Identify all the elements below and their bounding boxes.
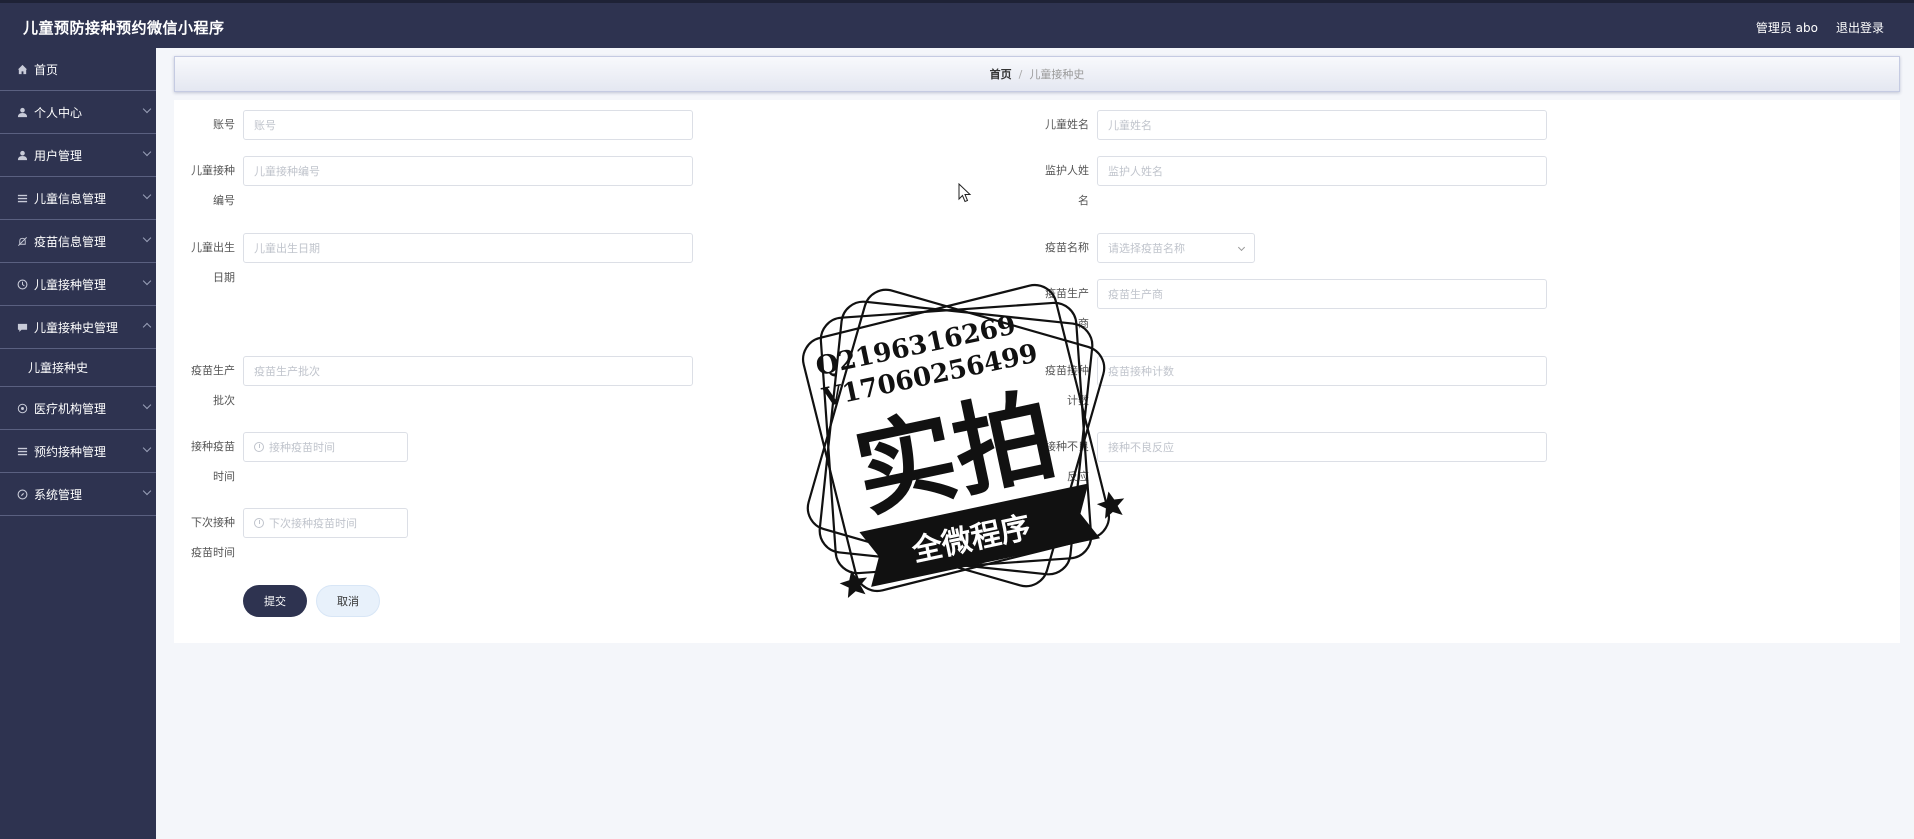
birth-label-line1: 儿童出生 (191, 241, 235, 254)
sidebar-item-label: 儿童接种管理 (34, 277, 107, 292)
chevron-down-icon (142, 276, 152, 286)
birth-placeholder: 儿童出生日期 (254, 242, 320, 255)
user-icon (16, 106, 28, 118)
chevron-down-icon (142, 190, 152, 200)
chevron-down-icon (142, 486, 152, 496)
list-icon (16, 445, 28, 457)
vacc-time-placeholder: 接种疫苗时间 (269, 441, 335, 454)
header-actions: 管理员 abo 退出登录 (1756, 19, 1884, 36)
logout-button[interactable]: 退出登录 (1836, 19, 1884, 36)
gear-icon (16, 402, 28, 414)
chevron-down-icon (142, 233, 152, 243)
child-name-label: 儿童姓名 (1045, 118, 1089, 131)
next-time-label-line2: 疫苗时间 (191, 546, 235, 559)
batch-placeholder: 疫苗生产批次 (254, 365, 320, 378)
watermark-stamp: Q2196316269 V17060256499 实拍 全微程序 (801, 283, 1125, 598)
sidebar-item-label: 预约接种管理 (34, 444, 107, 459)
next-time-picker[interactable]: 下次接种疫苗时间 (243, 508, 408, 538)
guardian-placeholder: 监护人姓名 (1108, 165, 1163, 178)
star-icon (1096, 491, 1125, 519)
sidebar-item-users[interactable]: 用户管理 (0, 134, 156, 177)
vacc-no-label-line1: 儿童接种 (191, 164, 235, 177)
guardian-input[interactable]: 监护人姓名 (1097, 156, 1547, 186)
guardian-label-line1: 监护人姓 (1045, 164, 1089, 177)
chevron-up-icon (142, 322, 152, 332)
home-icon (16, 63, 28, 75)
list-icon (16, 192, 28, 204)
submit-button[interactable]: 提交 (243, 585, 307, 617)
clock-icon (254, 518, 264, 528)
breadcrumb-current: 儿童接种史 (1029, 68, 1085, 81)
user-icon (16, 149, 28, 161)
sidebar-item-personal-center[interactable]: 个人中心 (0, 91, 156, 134)
current-user-label[interactable]: 管理员 abo (1756, 19, 1818, 36)
sidebar-item-medical-institutions[interactable]: 医疗机构管理 (0, 387, 156, 430)
sidebar-item-child-info[interactable]: 儿童信息管理 (0, 177, 156, 220)
vacc-no-label-line2: 编号 (213, 194, 235, 207)
sidebar-item-label: 医疗机构管理 (34, 401, 107, 416)
child-name-placeholder: 儿童姓名 (1108, 119, 1152, 132)
sidebar-item-label: 系统管理 (34, 487, 83, 502)
vacc-no-label: 儿童接种编号 (175, 156, 235, 216)
chevron-down-icon (142, 104, 152, 114)
clock-icon (254, 442, 264, 452)
top-bar: 儿童预防接种预约微信小程序 管理员 abo 退出登录 (0, 0, 1914, 48)
vacc-time-label-line1: 接种疫苗 (191, 440, 235, 453)
dose-input[interactable]: 疫苗接种计数 (1097, 356, 1547, 386)
guardian-label: 监护人姓名 (1029, 156, 1089, 216)
bell-off-icon (16, 235, 28, 247)
batch-label: 疫苗生产批次 (175, 356, 235, 416)
sidebar-item-vaccination-history[interactable]: 儿童接种史管理 (0, 306, 156, 349)
sidebar-item-label: 个人中心 (34, 105, 83, 120)
cancel-button[interactable]: 取消 (316, 585, 380, 617)
vacc-time-label-line2: 时间 (213, 470, 235, 483)
breadcrumb-separator: / (1018, 67, 1023, 81)
sidebar-subitem-vaccination-history[interactable]: 儿童接种史 (0, 349, 156, 387)
adverse-input[interactable]: 接种不良反应 (1097, 432, 1547, 462)
birth-input[interactable]: 儿童出生日期 (243, 233, 693, 263)
vacc-time-label: 接种疫苗时间 (175, 432, 235, 492)
batch-input[interactable]: 疫苗生产批次 (243, 356, 693, 386)
vacc-no-input[interactable]: 儿童接种编号 (243, 156, 693, 186)
sidebar-subitem-label: 儿童接种史 (28, 361, 89, 375)
sidebar-item-label: 儿童接种史管理 (34, 320, 119, 335)
vacc-no-placeholder: 儿童接种编号 (254, 165, 320, 178)
sidebar-item-appointments[interactable]: 预约接种管理 (0, 430, 156, 473)
sidebar-item-home[interactable]: 首页 (0, 48, 156, 91)
sidebar-item-label: 用户管理 (34, 148, 83, 163)
chevron-down-icon (142, 147, 152, 157)
birth-label-line2: 日期 (213, 271, 235, 284)
breadcrumb: 首页 / 儿童接种史 (174, 56, 1900, 92)
birth-label: 儿童出生日期 (175, 233, 235, 293)
breadcrumb-home-link[interactable]: 首页 (990, 66, 1012, 82)
sidebar-item-system[interactable]: 系统管理 (0, 473, 156, 516)
sidebar-item-label: 首页 (34, 62, 59, 77)
compass-icon (16, 488, 28, 500)
next-time-label-line1: 下次接种 (191, 516, 235, 529)
child-name-input[interactable]: 儿童姓名 (1097, 110, 1547, 140)
batch-label-line1: 疫苗生产 (191, 364, 235, 377)
sidebar-item-child-vaccination[interactable]: 儿童接种管理 (0, 263, 156, 306)
account-input[interactable]: 账号 (243, 110, 693, 140)
chevron-down-icon (142, 400, 152, 410)
sidebar-item-label: 疫苗信息管理 (34, 234, 107, 249)
vacc-time-picker[interactable]: 接种疫苗时间 (243, 432, 408, 462)
sidebar: 首页 个人中心 用户管理 儿童信息管理 疫苗信息管理 儿童接种管理 儿童接种史管… (0, 48, 156, 839)
account-label: 账号 (213, 118, 235, 131)
batch-label-line2: 批次 (213, 394, 235, 407)
chat-icon (16, 321, 28, 333)
next-time-placeholder: 下次接种疫苗时间 (269, 517, 357, 530)
next-time-label: 下次接种 疫苗时间 (175, 508, 235, 568)
sidebar-item-vaccine-info[interactable]: 疫苗信息管理 (0, 220, 156, 263)
sidebar-item-label: 儿童信息管理 (34, 191, 107, 206)
mouse-cursor-icon (958, 183, 972, 203)
account-placeholder: 账号 (254, 119, 276, 132)
clock-icon (16, 278, 28, 290)
chevron-down-icon (1237, 243, 1246, 252)
app-title: 儿童预防接种预约微信小程序 (23, 19, 225, 37)
guardian-label-line2: 名 (1078, 194, 1089, 207)
manufacturer-input[interactable]: 疫苗生产商 (1097, 279, 1547, 309)
chevron-down-icon (142, 443, 152, 453)
